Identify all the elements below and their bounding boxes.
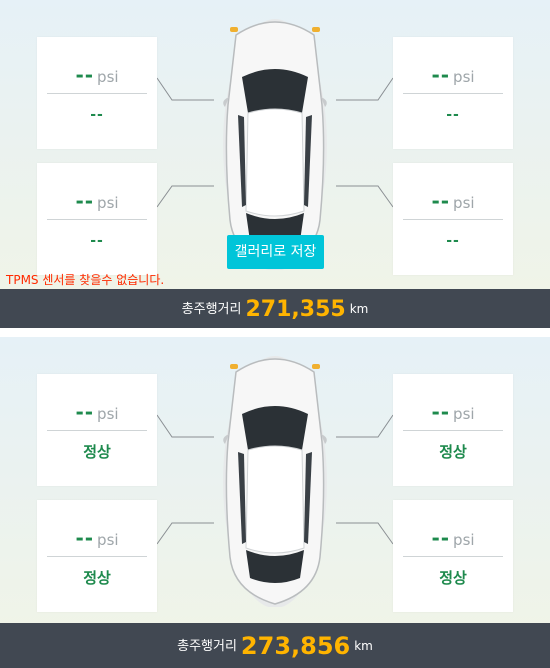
tire-status: -- [90, 107, 104, 123]
save-to-gallery-button[interactable]: 갤러리로 저장 [227, 235, 324, 269]
tpms-panel-1: -- psi -- -- psi -- -- psi -- -- psi -- 갤러리로… [0, 0, 550, 328]
divider [47, 556, 147, 557]
tire-pressure: -- psi [431, 400, 475, 424]
tire-card-rear-left: -- psi 정상 [37, 500, 157, 612]
divider [47, 430, 147, 431]
odometer-unit: km [349, 302, 369, 316]
odometer-value: 273,856 [240, 632, 351, 660]
car-top-view-icon [223, 19, 327, 270]
tpms-sensor-warning: TPMS 센서를 찾을수 없습니다. [6, 273, 165, 287]
odometer-bar: 총주행거리 271,355 km [0, 289, 550, 328]
tire-card-rear-right: -- psi -- [393, 163, 513, 275]
tire-pressure: -- psi [431, 526, 475, 550]
tire-status: 정상 [83, 569, 111, 587]
tire-status: -- [446, 233, 460, 249]
car-top-view-icon [223, 356, 327, 607]
tire-card-front-left: -- psi -- [37, 37, 157, 149]
divider [403, 556, 503, 557]
odometer-bar: 총주행거리 273,856 km [0, 623, 550, 668]
divider [47, 219, 147, 220]
tire-card-front-right: -- psi -- [393, 37, 513, 149]
odometer-unit: km [354, 639, 373, 653]
tire-pressure: -- psi [75, 526, 119, 550]
tire-status: 정상 [439, 443, 467, 461]
tire-card-rear-left: -- psi -- [37, 163, 157, 275]
tpms-panel-2: -- psi 정상 -- psi 정상 -- psi 정상 -- psi 정상 총주행거… [0, 337, 550, 668]
tire-status: 정상 [439, 569, 467, 587]
odometer-label: 총주행거리 [177, 639, 237, 654]
odometer-value: 271,355 [245, 297, 346, 322]
tire-status: -- [90, 233, 104, 249]
tire-pressure: -- psi [75, 189, 119, 213]
tire-card-rear-right: -- psi 정상 [393, 500, 513, 612]
tire-pressure: -- psi [431, 63, 475, 87]
tire-pressure: -- psi [431, 189, 475, 213]
divider [403, 430, 503, 431]
tire-pressure: -- psi [75, 400, 119, 424]
odometer-label: 총주행거리 [181, 302, 242, 317]
divider [403, 93, 503, 94]
tire-pressure: -- psi [75, 63, 119, 87]
tire-status: 정상 [83, 443, 111, 461]
divider [47, 93, 147, 94]
tire-card-front-left: -- psi 정상 [37, 374, 157, 486]
divider [403, 219, 503, 220]
tire-status: -- [446, 107, 460, 123]
tire-card-front-right: -- psi 정상 [393, 374, 513, 486]
